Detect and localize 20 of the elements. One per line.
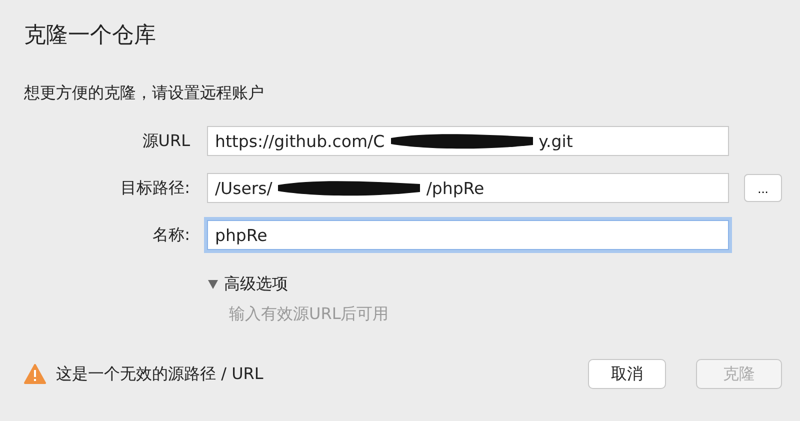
field-value: y.git	[538, 132, 573, 150]
dialog-button[interactable]: 取消	[588, 359, 666, 389]
text-field[interactable]: https://github.com/C y.git	[207, 126, 729, 156]
account-hint: 想更方便的克隆，请设置远程账户	[24, 83, 265, 104]
field-value: https://github.com/C	[215, 132, 385, 150]
field-label: 源URL	[141, 130, 191, 152]
text-field[interactable]: /Users/ /phpRe	[207, 173, 729, 203]
dialog-title: 克隆一个仓库	[24, 22, 157, 50]
field-value: /phpRe	[426, 178, 484, 198]
text-field[interactable]: phpRe	[207, 220, 729, 250]
disclosure-triangle-icon	[208, 280, 218, 289]
browse-button[interactable]: ...	[744, 174, 782, 202]
field-label: 名称:	[152, 224, 191, 246]
field-label: 目标路径:	[120, 178, 191, 198]
warning-message: 这是一个无效的源路径 / URL	[56, 364, 264, 384]
advanced-options-toggle[interactable]: 高级选项	[208, 274, 288, 295]
warning-icon	[24, 364, 46, 384]
advanced-options-hint: 输入有效源URL后可用	[229, 304, 390, 325]
field-value: /Users/	[215, 178, 272, 198]
field-value: phpRe	[215, 226, 268, 244]
